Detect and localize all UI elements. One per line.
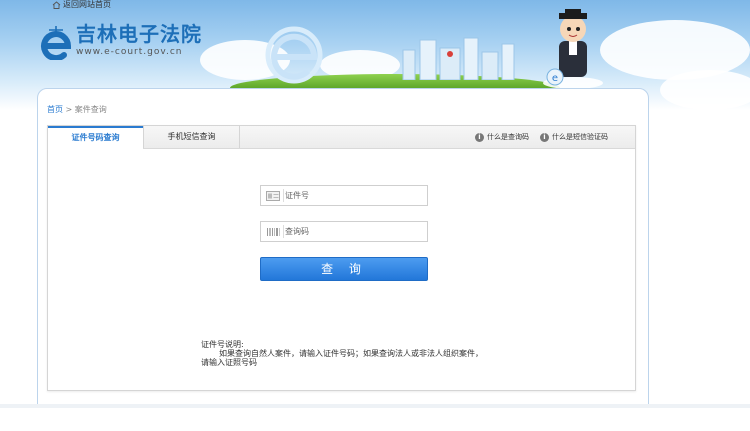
breadcrumb-current: 案件查询 <box>74 105 107 114</box>
query-code-field <box>260 221 428 242</box>
site-logo[interactable]: 吉林电子法院 www.e-court.gov.cn <box>40 22 202 60</box>
cloud-decoration <box>660 70 750 110</box>
tab-bar: 证件号码查询 手机短信查询 i 什么是查询码 i 什么是短信验证码 <box>48 126 635 149</box>
breadcrumb-home-link[interactable]: 首页 <box>47 105 63 114</box>
help-sms-code-label: 什么是短信验证码 <box>552 133 608 141</box>
site-url: www.e-court.gov.cn <box>76 47 183 57</box>
breadcrumb-separator: > <box>63 105 75 114</box>
notes-line-1: 如果查询自然人案件，请输入证件号码；如果查询法人或非法人组织案件， <box>219 349 483 358</box>
back-to-home-link[interactable]: 返回网站首页 <box>52 0 111 10</box>
back-to-home-label: 返回网站首页 <box>63 0 111 9</box>
site-title: 吉林电子法院 <box>76 22 202 46</box>
barcode-icon <box>267 228 280 236</box>
help-query-code-link[interactable]: i 什么是查询码 <box>475 132 529 142</box>
notes-title: 证件号说明: <box>201 340 244 349</box>
city-buildings-icon <box>402 37 515 80</box>
breadcrumb: 首页 > 案件查询 <box>47 104 107 115</box>
help-query-code-label: 什么是查询码 <box>487 133 529 141</box>
court-e-logo-icon <box>41 26 72 60</box>
query-code-input[interactable] <box>285 224 423 239</box>
id-number-field <box>260 185 428 206</box>
id-number-input[interactable] <box>285 188 423 203</box>
query-button[interactable]: 查 询 <box>260 257 428 281</box>
id-number-notes: 证件号说明: 如果查询自然人案件，请输入证件号码；如果查询法人或非法人组织案件，… <box>201 340 541 367</box>
tab-id-number-query[interactable]: 证件号码查询 <box>48 126 143 149</box>
tab-sms-query[interactable]: 手机短信查询 <box>143 126 240 148</box>
query-card: 证件号码查询 手机短信查询 i 什么是查询码 i 什么是短信验证码 证件号 查询… <box>47 125 636 391</box>
notes-line-2: 请输入证照号码 <box>201 358 257 367</box>
info-icon: i <box>475 132 484 142</box>
footer-divider <box>0 404 750 408</box>
help-sms-code-link[interactable]: i 什么是短信验证码 <box>540 132 608 142</box>
id-card-icon <box>266 191 280 201</box>
big-e-emblem-icon <box>265 26 323 84</box>
home-icon <box>52 1 61 9</box>
judge-mascot-icon: e <box>543 9 603 89</box>
svg-text:e: e <box>552 73 558 84</box>
info-icon: i <box>540 132 549 142</box>
